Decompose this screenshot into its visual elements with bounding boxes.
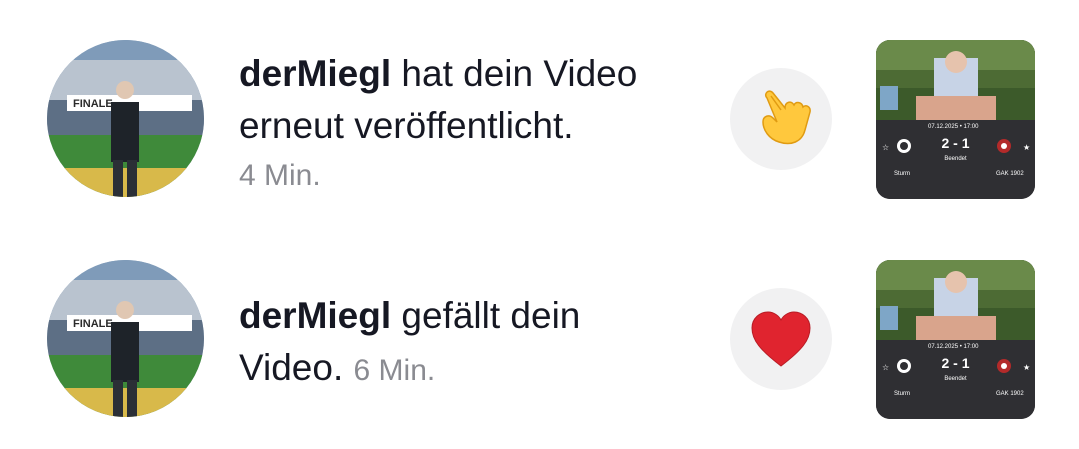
match-score: 2 - 1 — [941, 355, 970, 371]
username[interactable]: derMiegl — [239, 53, 391, 94]
match-status: Beendet — [944, 156, 967, 162]
pointing-hand-icon — [730, 68, 832, 170]
notification-row-repost[interactable]: FINALE derMiegl hat dein Video erneut ve… — [0, 30, 1079, 210]
match-score: 2 - 1 — [941, 135, 970, 151]
avatar[interactable]: FINALE — [47, 40, 204, 197]
notification-row-like[interactable]: FINALE derMiegl gefällt dein Video. 6 Mi… — [0, 250, 1079, 430]
team-away: GAK 1902 — [996, 391, 1024, 397]
timestamp: 4 Min. — [239, 159, 321, 192]
timestamp: 6 Min. — [353, 354, 436, 387]
team-away: GAK 1902 — [996, 171, 1024, 177]
match-status: Beendet — [944, 376, 967, 382]
video-thumbnail[interactable]: ☆ ★ 07.12.2025 • 17:00 2 - 1 Beendet Stu… — [876, 260, 1035, 419]
svg-text:FINALE: FINALE — [73, 318, 113, 330]
heart-icon — [730, 288, 832, 390]
svg-text:FINALE: FINALE — [73, 98, 113, 110]
team-home: Sturm — [894, 171, 911, 177]
notification-text: derMiegl hat dein Video erneut veröffent… — [239, 48, 679, 200]
match-date: 07.12.2025 • 17:00 — [928, 124, 979, 130]
notification-text: derMiegl gefällt dein Video. 6 Min. — [239, 290, 679, 397]
avatar[interactable]: FINALE — [47, 260, 204, 417]
match-date: 07.12.2025 • 17:00 — [928, 344, 979, 350]
username[interactable]: derMiegl — [239, 295, 391, 336]
team-home: Sturm — [894, 391, 911, 397]
video-thumbnail[interactable]: ☆ ★ 07.12.2025 • 17:00 2 - 1 Beendet Stu… — [876, 40, 1035, 199]
